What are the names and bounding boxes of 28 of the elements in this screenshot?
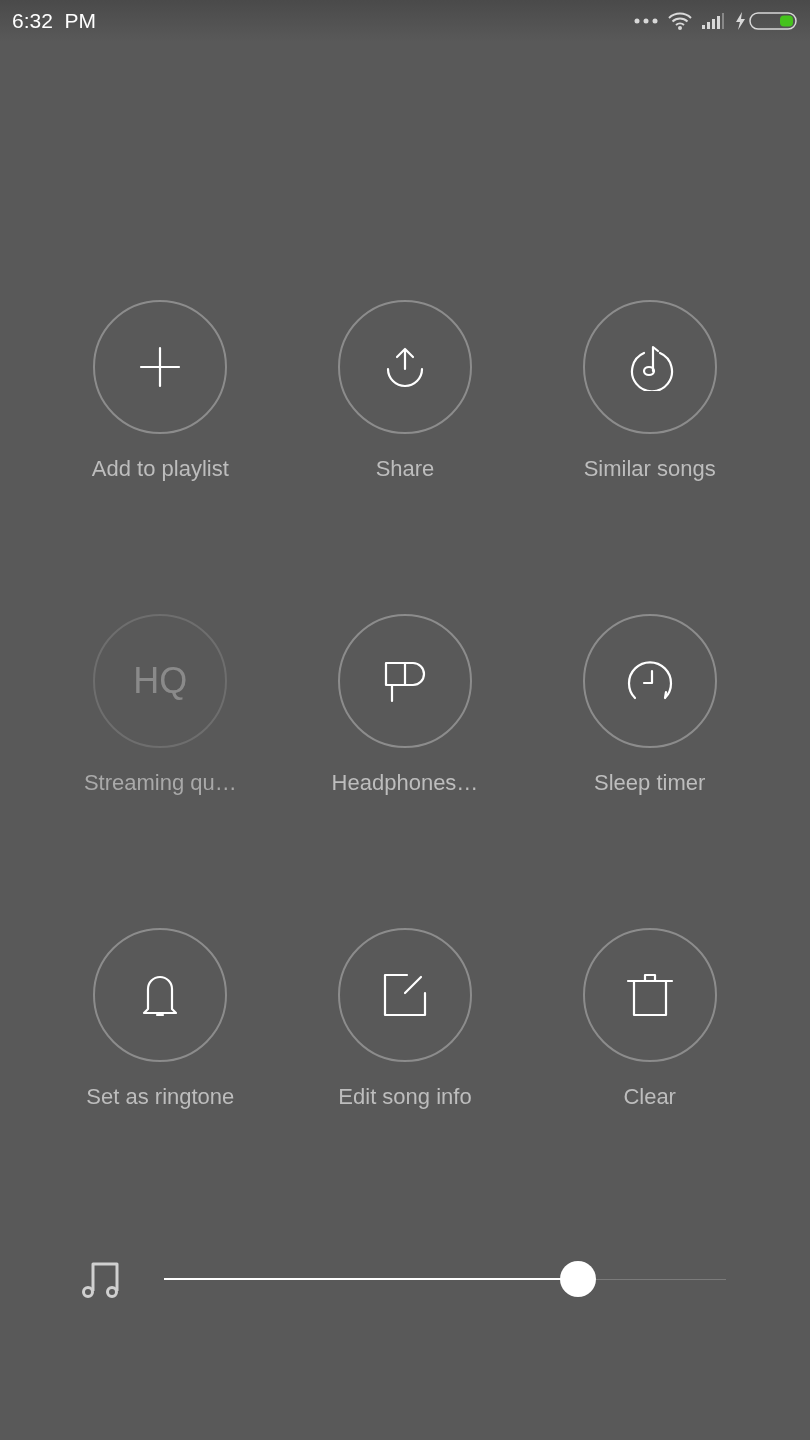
action-label: Add to playlist	[91, 456, 229, 482]
music-note-icon	[82, 1260, 122, 1298]
action-label: Similar songs	[583, 456, 716, 482]
action-button[interactable]: Similar songs	[527, 300, 772, 482]
action-button[interactable]: Set as ringtone	[38, 928, 283, 1110]
action-button[interactable]: Headphones…	[282, 614, 528, 796]
action-label: Edit song info	[338, 1084, 472, 1110]
status-time: 6:32 PM	[12, 8, 97, 35]
action-label: Headphones…	[331, 770, 479, 796]
action-button[interactable]: Edit song info	[282, 928, 528, 1110]
plus-icon	[139, 346, 182, 388]
action-button[interactable]: Add to playlist	[38, 300, 283, 482]
trash-icon	[625, 971, 674, 1019]
edit-icon	[381, 971, 429, 1019]
action-button[interactable]: Share	[282, 300, 528, 482]
action-label: Streaming qu…	[83, 770, 237, 796]
slider-thumb[interactable]	[560, 1261, 597, 1297]
battery-charging-icon	[734, 11, 798, 31]
more-dots-icon	[634, 18, 658, 24]
signal-icon	[702, 13, 724, 29]
action-label: Sleep timer	[594, 770, 706, 796]
wifi-icon	[668, 12, 692, 30]
action-button[interactable]: Clear	[527, 928, 772, 1110]
action-button[interactable]: Sleep timer	[527, 614, 772, 796]
action-label: Clear	[623, 1084, 676, 1110]
action-label: Share	[375, 456, 435, 482]
volume-slider[interactable]	[164, 1261, 726, 1297]
action-label: Set as ringtone	[86, 1084, 235, 1110]
